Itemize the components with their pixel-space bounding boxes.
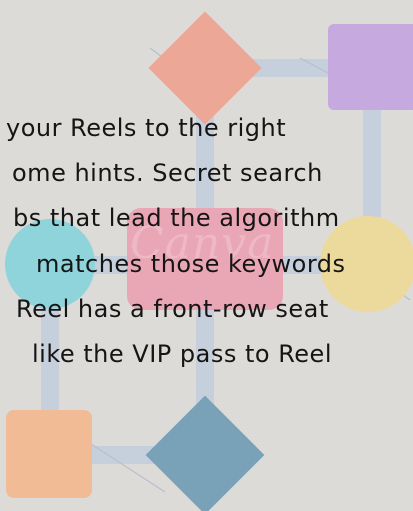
text-line-3: bs that lead the algorithm (13, 204, 340, 232)
text-line-5: Reel has a front-row seat (16, 295, 329, 323)
text-line-6: like the VIP pass to Reel (32, 340, 332, 368)
salmon-diamond (148, 11, 262, 125)
text-line-1: your Reels to the right (6, 114, 287, 142)
text-line-4: matches those keywords (36, 250, 346, 278)
peach-square (6, 410, 92, 498)
text-line-2: ome hints. Secret search (12, 159, 323, 187)
lavender-square (328, 24, 413, 110)
graphic-canvas: Canva your Reels to the right ome hints.… (0, 0, 413, 511)
steel-diamond (145, 395, 265, 511)
